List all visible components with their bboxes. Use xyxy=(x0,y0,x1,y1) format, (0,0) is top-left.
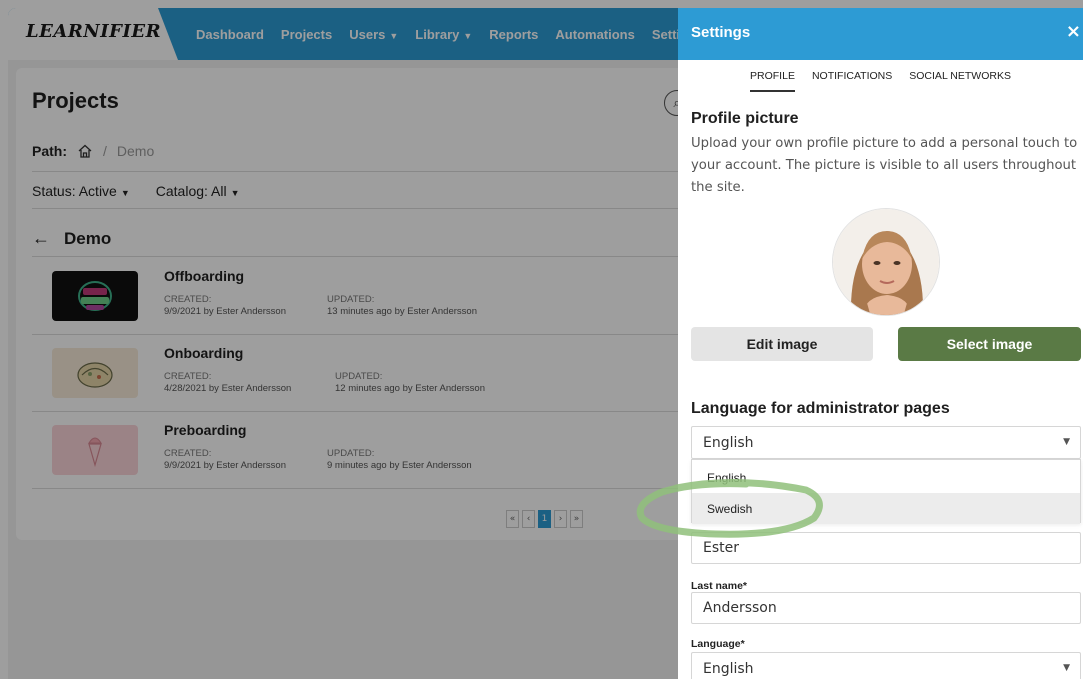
select-image-button[interactable]: Select image xyxy=(898,327,1081,361)
drawer-header: Settings × xyxy=(678,8,1083,60)
chevron-down-icon: ▼ xyxy=(1063,437,1070,447)
chevron-down-icon: ▼ xyxy=(1063,663,1070,673)
admin-language-value: English xyxy=(703,434,754,451)
settings-tabs: PROFILE NOTIFICATIONS SOCIAL NETWORKS xyxy=(678,70,1083,92)
edit-image-button[interactable]: Edit image xyxy=(691,327,873,361)
tab-social-networks[interactable]: SOCIAL NETWORKS xyxy=(909,70,1011,92)
close-icon[interactable]: × xyxy=(1066,21,1081,42)
last-name-label: Last name* xyxy=(691,580,748,592)
avatar xyxy=(832,208,940,316)
dropdown-option-english[interactable]: English xyxy=(692,462,1080,493)
dropdown-option-swedish[interactable]: Swedish xyxy=(692,493,1080,524)
first-name-field[interactable]: Ester xyxy=(691,532,1081,564)
settings-drawer: Settings × PROFILE NOTIFICATIONS SOCIAL … xyxy=(678,8,1083,679)
drawer-title: Settings xyxy=(691,24,751,41)
language-value: English xyxy=(703,660,754,677)
profile-picture-description: Upload your own profile picture to add a… xyxy=(691,136,1078,195)
profile-picture-heading: Profile picture xyxy=(691,110,799,127)
admin-language-select[interactable]: English ▼ xyxy=(691,426,1081,459)
language-select[interactable]: English ▼ xyxy=(691,652,1081,679)
admin-language-dropdown: English Swedish xyxy=(691,459,1081,524)
last-name-field[interactable]: Andersson xyxy=(691,592,1081,624)
admin-language-heading: Language for administrator pages xyxy=(691,400,950,417)
tab-profile[interactable]: PROFILE xyxy=(750,70,795,92)
tab-notifications[interactable]: NOTIFICATIONS xyxy=(812,70,892,92)
language-label: Language* xyxy=(691,638,745,650)
